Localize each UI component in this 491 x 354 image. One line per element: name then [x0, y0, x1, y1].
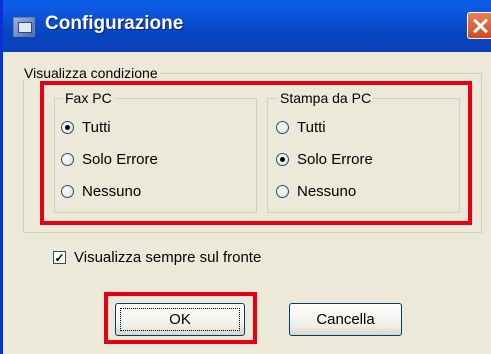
close-icon[interactable] [467, 12, 491, 39]
configuration-dialog: Configurazione Visualizza condizione Fax… [0, 0, 491, 354]
always-on-top-checkbox[interactable]: ✓ Visualizza sempre sul fronte [53, 249, 261, 266]
app-icon [13, 17, 35, 37]
cancel-button-label: Cancella [316, 311, 375, 328]
checkmark-icon[interactable]: ✓ [53, 251, 66, 264]
options-highlight-box [40, 81, 472, 225]
ok-highlight-box [104, 292, 257, 344]
display-condition-label: Visualizza condizione [22, 65, 160, 81]
title-bar[interactable]: Configurazione [3, 0, 491, 52]
cancel-button[interactable]: Cancella [289, 303, 402, 336]
window-title: Configurazione [45, 13, 184, 34]
always-on-top-label: Visualizza sempre sul fronte [74, 249, 262, 266]
